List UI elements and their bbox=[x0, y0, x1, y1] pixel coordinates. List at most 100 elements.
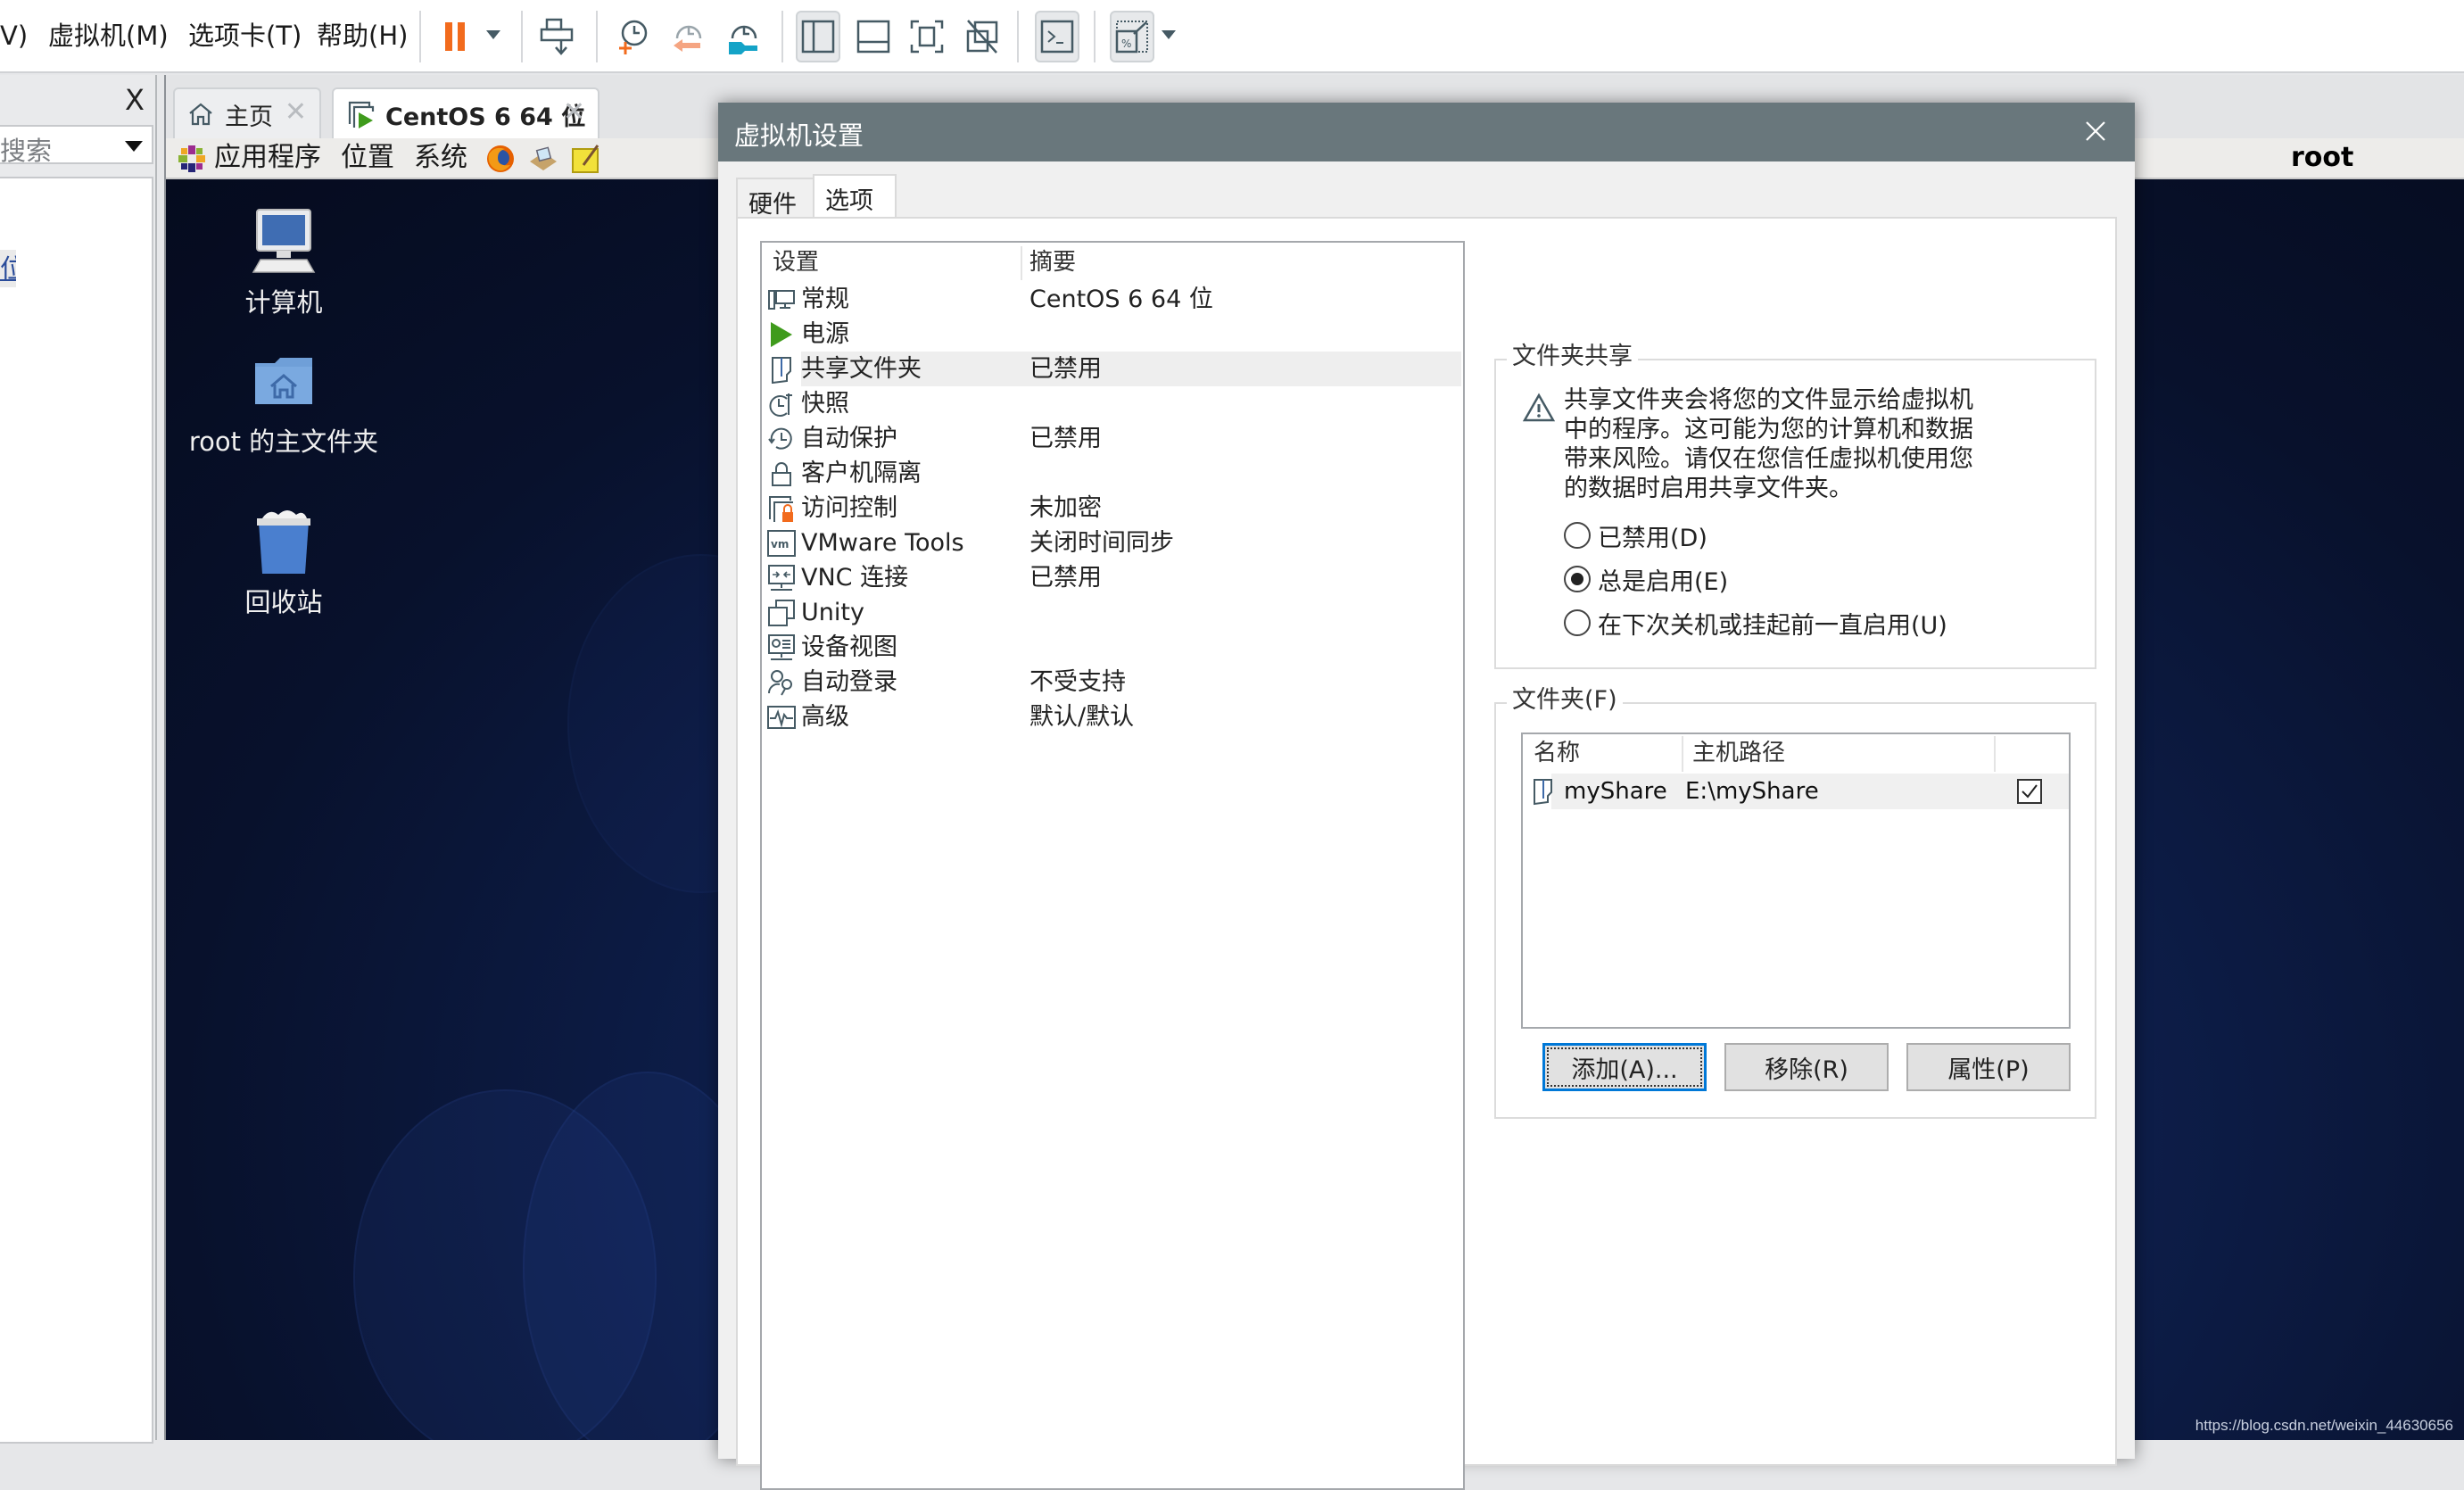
menu-view[interactable]: V) bbox=[0, 18, 28, 54]
snapshot-icon bbox=[769, 393, 792, 417]
folder-host-path: E:\myShare bbox=[1685, 778, 1819, 805]
library-search-input[interactable]: 搜索 bbox=[0, 125, 153, 166]
folders-legend: 文件夹(F) bbox=[1507, 683, 1623, 718]
snapshot-manager-icon[interactable] bbox=[723, 16, 764, 57]
full-screen-icon[interactable] bbox=[906, 16, 947, 57]
radio-always-enabled[interactable]: 总是启用(E) bbox=[1564, 561, 1728, 597]
pause-icon[interactable] bbox=[435, 16, 476, 57]
library-tree-item[interactable]: 位 bbox=[0, 250, 16, 287]
setting-name: Unity bbox=[801, 599, 864, 626]
menu-tabs[interactable]: 选项卡(T) bbox=[188, 18, 302, 54]
settings-row-vnc[interactable]: VNC 连接 已禁用 bbox=[764, 560, 1461, 595]
access-control-icon bbox=[769, 496, 793, 522]
menu-vm[interactable]: 虚拟机(M) bbox=[48, 18, 169, 54]
toolbar-separator bbox=[1017, 11, 1019, 62]
folder-sharing-warning: 共享文件夹会将您的文件显示给虚拟机中的程序。这可能为您的计算机和数据带来风险。请… bbox=[1564, 386, 1973, 502]
pause-dropdown-caret[interactable] bbox=[486, 30, 500, 39]
settings-row-guest-isolation[interactable]: 客户机隔离 bbox=[764, 456, 1461, 491]
close-icon[interactable]: ✕ bbox=[563, 96, 585, 128]
send-ctrl-alt-del-icon[interactable] bbox=[537, 16, 578, 57]
show-library-icon[interactable] bbox=[796, 11, 840, 62]
radio-button[interactable] bbox=[1564, 522, 1591, 549]
settings-row-unity[interactable]: Unity bbox=[764, 595, 1461, 630]
setting-name: 共享文件夹 bbox=[801, 355, 922, 383]
desktop-icon-home-folder[interactable]: root 的主文件夹 bbox=[186, 345, 382, 457]
column-divider[interactable] bbox=[1021, 246, 1022, 280]
mail-client-icon[interactable] bbox=[528, 145, 558, 172]
toolbar-separator bbox=[1094, 11, 1096, 62]
remove-folder-button[interactable]: 移除(R) bbox=[1724, 1043, 1889, 1091]
tab-options[interactable]: 选项 bbox=[813, 174, 897, 219]
column-header-name[interactable]: 名称 bbox=[1534, 734, 1580, 772]
settings-row-vmware-tools[interactable]: vm VMware Tools 关闭时间同步 bbox=[764, 526, 1461, 560]
folder-enabled-checkbox[interactable] bbox=[2017, 779, 2042, 804]
toolbar-separator bbox=[521, 11, 523, 62]
unity-icon bbox=[768, 600, 795, 626]
radio-button[interactable] bbox=[1564, 566, 1591, 592]
folders-group: 文件夹(F) 名称 主机路径 myShare E:\myShare 添加(A).… bbox=[1494, 683, 2096, 1119]
settings-row-device-view[interactable]: 设备视图 bbox=[764, 630, 1461, 665]
library-tree[interactable]: 位 bbox=[0, 177, 153, 1444]
column-header-summary[interactable]: 摘要 bbox=[1029, 244, 1076, 280]
autologin-icon bbox=[767, 670, 792, 696]
setting-summary: 不受支持 bbox=[1029, 668, 1126, 696]
desktop-icon-trash[interactable]: 回收站 bbox=[186, 506, 382, 617]
power-icon bbox=[771, 322, 792, 347]
console-view-icon[interactable] bbox=[1035, 11, 1079, 62]
unity-icon[interactable] bbox=[962, 16, 1003, 57]
settings-row-general[interactable]: 常规 CentOS 6 64 位 bbox=[764, 282, 1461, 317]
folder-sharing-legend: 文件夹共享 bbox=[1507, 339, 1638, 375]
close-icon[interactable]: ✕ bbox=[285, 96, 307, 128]
stretch-guest-icon[interactable]: % bbox=[1110, 11, 1154, 62]
settings-row-shared-folders[interactable]: 共享文件夹 已禁用 bbox=[764, 352, 1461, 386]
lock-icon bbox=[772, 462, 791, 486]
desktop-icon-computer[interactable]: 计算机 bbox=[186, 206, 382, 318]
column-header-host-path[interactable]: 主机路径 bbox=[1692, 734, 1785, 772]
radio-disabled[interactable]: 已禁用(D) bbox=[1564, 517, 1707, 553]
add-folder-button[interactable]: 添加(A)... bbox=[1542, 1043, 1707, 1091]
vmware-tools-icon: vm bbox=[767, 530, 796, 557]
radio-button[interactable] bbox=[1564, 609, 1591, 636]
menu-help[interactable]: 帮助(H) bbox=[317, 18, 408, 54]
text-editor-icon[interactable] bbox=[571, 142, 601, 176]
settings-row-advanced[interactable]: 高级 默认/默认 bbox=[764, 699, 1461, 734]
settings-row-autoprotect[interactable]: 自动保护 已禁用 bbox=[764, 421, 1461, 456]
radio-until-poweroff[interactable]: 在下次关机或挂起前一直启用(U) bbox=[1564, 605, 1947, 641]
guest-menu-applications[interactable]: 应用程序 bbox=[214, 140, 321, 176]
revert-snapshot-icon[interactable] bbox=[667, 16, 708, 57]
setting-name: 高级 bbox=[801, 703, 849, 731]
tab-home-label: 主页 bbox=[225, 103, 273, 131]
guest-menu-system[interactable]: 系统 bbox=[414, 140, 467, 176]
library-search-placeholder: 搜索 bbox=[0, 136, 53, 166]
chevron-down-icon[interactable] bbox=[125, 141, 143, 152]
tab-hardware[interactable]: 硬件 bbox=[736, 178, 814, 219]
column-divider[interactable] bbox=[1682, 736, 1683, 772]
show-thumbnail-bar-icon[interactable] bbox=[853, 16, 894, 57]
settings-row-power[interactable]: 电源 bbox=[764, 317, 1461, 352]
close-icon[interactable] bbox=[2076, 112, 2115, 151]
shared-folders-table[interactable]: 名称 主机路径 myShare E:\myShare bbox=[1521, 733, 2071, 1029]
column-divider[interactable] bbox=[1994, 736, 1996, 772]
setting-name: 自动登录 bbox=[801, 668, 897, 696]
setting-summary: 已禁用 bbox=[1029, 355, 1102, 383]
shared-folder-row[interactable]: myShare E:\myShare bbox=[1525, 774, 2069, 809]
guest-menu-places[interactable]: 位置 bbox=[341, 140, 394, 176]
take-snapshot-icon[interactable] bbox=[612, 16, 653, 57]
tab-home[interactable]: 主页 ✕ bbox=[173, 87, 321, 139]
stretch-dropdown-caret[interactable] bbox=[1162, 30, 1176, 39]
radio-label: 已禁用(D) bbox=[1598, 524, 1707, 552]
settings-row-access-control[interactable]: 访问控制 未加密 bbox=[764, 491, 1461, 526]
warning-icon bbox=[1523, 393, 1555, 422]
settings-row-snapshots[interactable]: 快照 bbox=[764, 386, 1461, 421]
settings-list[interactable]: 设置 摘要 常规 CentOS 6 64 位 电源 共享文件夹 已禁用 快照 自… bbox=[760, 241, 1465, 1490]
column-header-setting[interactable]: 设置 bbox=[773, 244, 819, 280]
dialog-title-bar[interactable]: 虚拟机设置 bbox=[718, 103, 2135, 161]
toolbar-separator bbox=[596, 11, 598, 62]
dialog-title: 虚拟机设置 bbox=[734, 120, 864, 151]
settings-row-autologin[interactable]: 自动登录 不受支持 bbox=[764, 665, 1461, 699]
library-close-button[interactable]: X bbox=[121, 84, 148, 116]
firefox-icon[interactable] bbox=[485, 144, 516, 174]
tab-centos[interactable]: CentOS 6 64 位 ✕ bbox=[332, 87, 599, 139]
setting-name: 客户机隔离 bbox=[801, 459, 922, 487]
folder-properties-button[interactable]: 属性(P) bbox=[1906, 1043, 2071, 1091]
